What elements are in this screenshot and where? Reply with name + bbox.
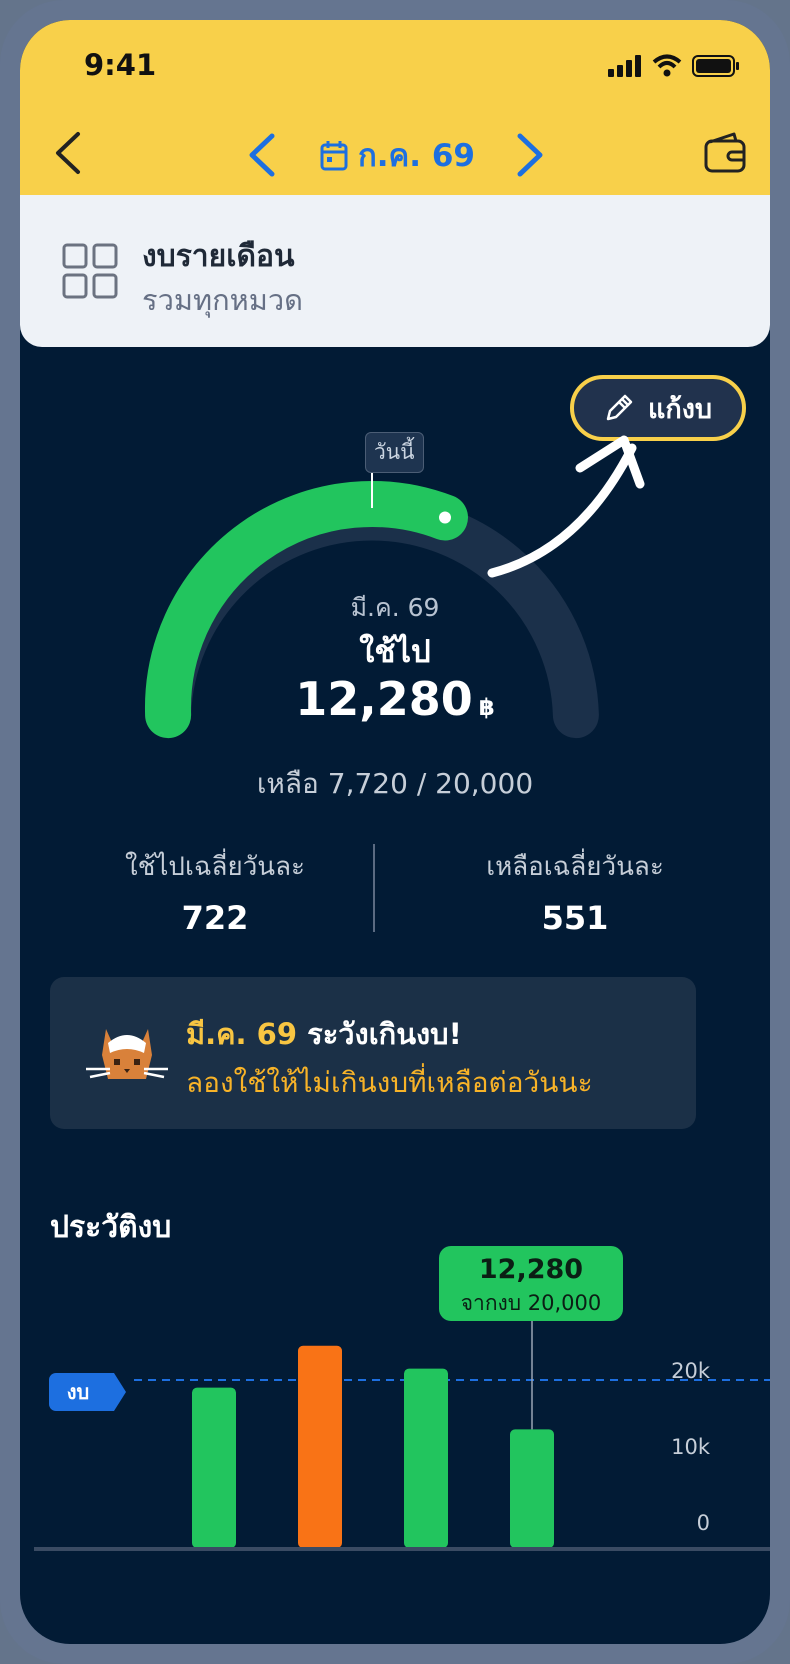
gauge-month: มี.ค. 69 [350,593,440,622]
cat-mascot-icon [86,1029,168,1079]
used-amount: 12,280 [295,672,473,726]
warning-month: มี.ค. 69 [186,1017,298,1051]
tooltip-sub: จากงบ 20,000 [461,1291,602,1315]
month-selector[interactable]: ก.ค. 69 [320,130,475,180]
warning-title-text: ระวังเกินงบ! [307,1017,462,1051]
app-screen: 9:41 ก.ค. 69 งบรายเดือน รวมทุกหมวด แก้งบ… [20,20,770,1644]
budget-category-card[interactable]: งบรายเดือน รวมทุกหมวด [20,195,770,347]
back-chevron-icon[interactable] [48,128,88,178]
next-month-icon[interactable] [510,130,550,180]
signal-icon [608,55,641,77]
history-bar-chart: 20k 10k 0 12,280 จากงบ 20,000 งบ [34,1246,770,1551]
month-label: ก.ค. 69 [358,138,475,174]
avg-spent-label: ใช้ไปเฉลี่ยวันละ [125,852,305,882]
wallet-icon[interactable] [702,130,748,176]
top-bar: 9:41 ก.ค. 69 [20,20,770,195]
wifi-icon [652,54,682,77]
remaining-text: เหลือ 7,720 / 20,000 [256,767,534,800]
today-badge: วันนี้ [365,432,424,473]
calendar-icon [320,141,348,171]
avg-spent: ใช้ไปเฉลี่ยวันละ 722 [35,846,395,937]
warning-message: ลองใช้ให้ไม่เกินงบที่เหลือต่อวันนะ [186,1066,593,1099]
warning-title: มี.ค. 69 ระวังเกินงบ! [186,1011,462,1057]
history-bar [298,1345,342,1548]
tooltip-value: 12,280 [479,1254,583,1285]
avg-remain-label: เหลือเฉลี่ยวันละ [486,852,664,882]
currency-symbol: ฿ [478,695,495,721]
history-bar [192,1387,236,1548]
status-icons [608,54,740,78]
history-bar [404,1368,448,1548]
budget-tag-label: งบ [67,1380,89,1404]
budget-card-title: งบรายเดือน [142,239,295,274]
gauge-amount: 12,280 ฿ [20,672,770,726]
battery-icon [692,55,739,77]
avg-remain-value: 551 [541,899,609,937]
y-tick-label: 0 [697,1511,710,1535]
avg-spent-value: 722 [181,899,249,937]
budget-gauge [145,435,645,739]
phone-frame: 9:41 ก.ค. 69 งบรายเดือน รวมทุกหมวด แก้งบ… [0,0,790,1664]
budget-card-subtitle: รวมทุกหมวด [142,283,304,317]
gauge-end-dot [439,511,451,524]
grid-icon [62,243,118,299]
prev-month-icon[interactable] [242,130,282,180]
history-bar [510,1429,554,1548]
y-tick-label: 10k [671,1435,711,1459]
gauge-used-label: ใช้ไป [359,634,431,670]
avg-divider [373,844,375,932]
status-time: 9:41 [84,48,157,82]
avg-remaining: เหลือเฉลี่ยวันละ 551 [395,846,755,937]
over-budget-warning: มี.ค. 69 ระวังเกินงบ! ลองใช้ให้ไม่เกินงบ… [50,977,696,1129]
y-tick-label: 20k [671,1359,711,1383]
